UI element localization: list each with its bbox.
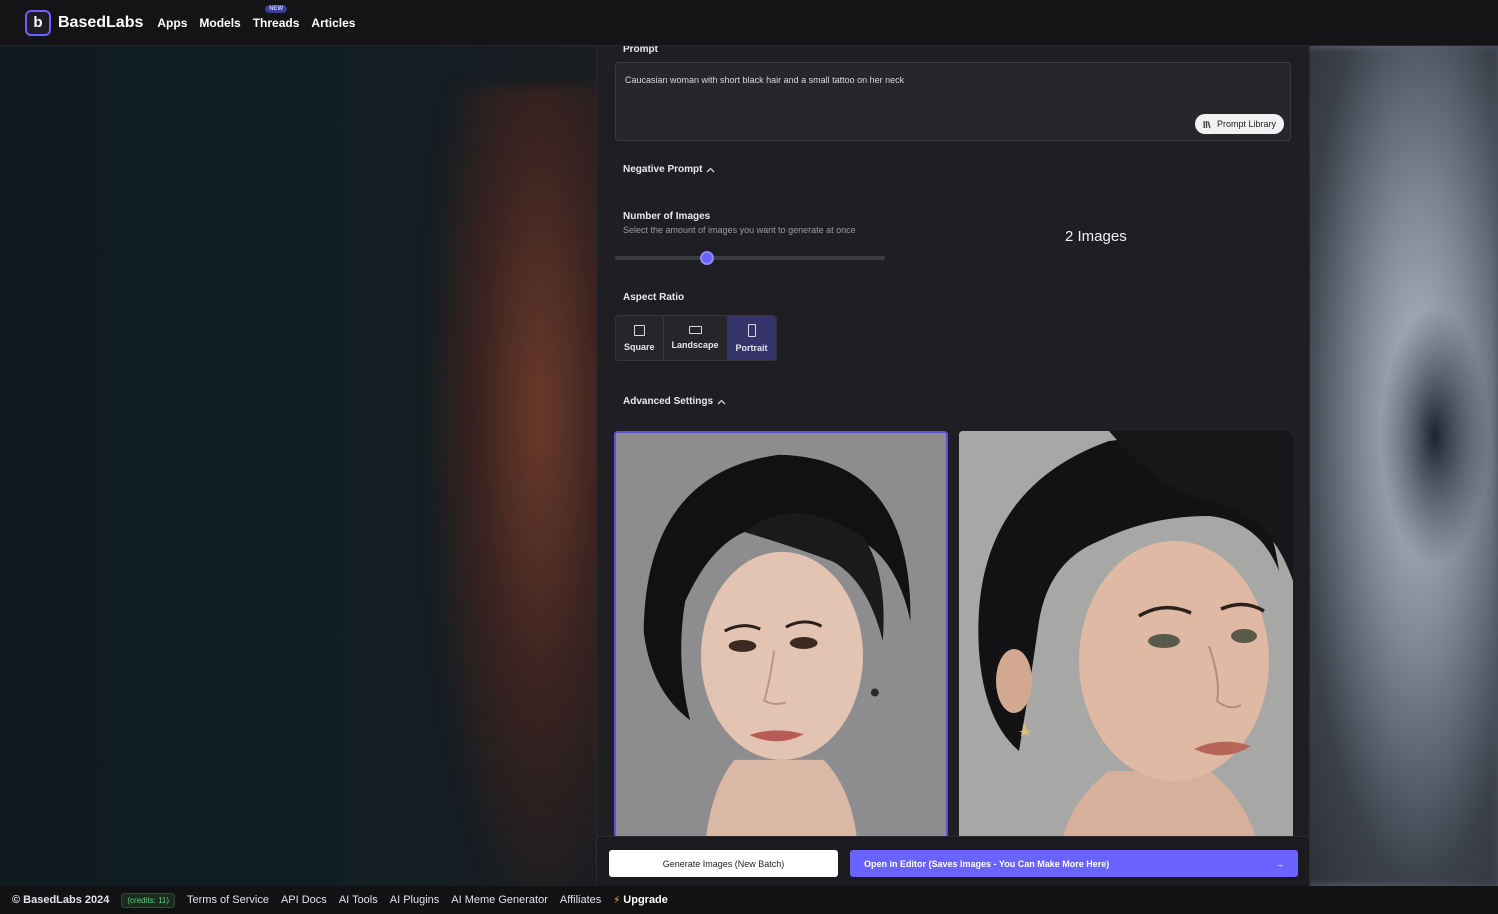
new-badge: NEW	[265, 4, 288, 13]
arrow-right-icon: →	[1275, 858, 1284, 869]
bolt-icon: ⚡	[613, 894, 621, 906]
copyright: © BasedLabs 2024	[12, 894, 110, 906]
number-of-images-label: Number of Images	[623, 211, 711, 222]
upgrade-label: Upgrade	[623, 894, 668, 906]
generator-panel: Prompt Caucasian woman with short black …	[596, 46, 1310, 886]
aspect-landscape-button[interactable]: Landscape	[663, 316, 728, 360]
nav-articles[interactable]: Articles	[311, 16, 355, 30]
logo-icon[interactable]: b	[25, 9, 51, 36]
negative-prompt-label: Negative Prompt	[623, 164, 703, 175]
footer-link-ai-plugins[interactable]: AI Plugins	[390, 894, 440, 906]
advanced-settings-toggle[interactable]: Advanced Settings	[623, 396, 726, 407]
portrait-icon	[747, 323, 756, 337]
open-in-editor-button[interactable]: Open in Editor (Saves Images - You Can M…	[850, 850, 1298, 877]
nav-models[interactable]: Models	[199, 16, 240, 30]
generated-image-2[interactable]	[959, 431, 1293, 851]
footer-link-meme-generator[interactable]: AI Meme Generator	[451, 894, 548, 906]
chevron-up-icon	[707, 167, 715, 172]
aspect-square-label: Square	[624, 341, 655, 352]
action-bar: Generate Images (New Batch) Open in Edit…	[597, 836, 1309, 886]
prompt-library-button[interactable]: Prompt Library	[1194, 114, 1284, 134]
background-blur-right-shadow	[1380, 306, 1490, 566]
open-in-editor-label: Open in Editor (Saves Images - You Can M…	[864, 858, 1110, 869]
landscape-icon	[688, 326, 702, 334]
logo-glyph: b	[33, 14, 43, 31]
credits-badge: (credits: 11)	[121, 892, 176, 908]
footer-link-affiliates[interactable]: Affiliates	[560, 894, 601, 906]
top-nav: b BasedLabs Apps Models Threads NEW Arti…	[0, 0, 1498, 46]
upgrade-link[interactable]: ⚡ Upgrade	[613, 894, 668, 906]
number-of-images-hint: Select the amount of images you want to …	[623, 225, 856, 235]
square-icon	[633, 324, 645, 336]
aspect-ratio-selector: Square Landscape Portrait	[615, 315, 777, 361]
aspect-square-button[interactable]: Square	[616, 316, 664, 360]
footer-link-terms[interactable]: Terms of Service	[187, 894, 269, 906]
aspect-portrait-button[interactable]: Portrait	[727, 316, 776, 360]
aspect-ratio-label: Aspect Ratio	[623, 292, 685, 303]
prompt-input[interactable]: Caucasian woman with short black hair an…	[615, 62, 1291, 141]
nav-threads[interactable]: Threads NEW	[252, 4, 300, 30]
advanced-settings-label: Advanced Settings	[623, 396, 714, 407]
portrait-image-2	[959, 431, 1293, 851]
prompt-label: Prompt	[623, 46, 658, 55]
nav-threads-label: Threads	[252, 15, 300, 30]
nav-apps[interactable]: Apps	[157, 16, 187, 30]
footer-link-api-docs[interactable]: API Docs	[281, 894, 327, 906]
images-count: 2 Images	[1065, 228, 1127, 245]
generate-images-button[interactable]: Generate Images (New Batch)	[609, 850, 838, 877]
aspect-landscape-label: Landscape	[671, 340, 719, 350]
prompt-library-label: Prompt Library	[1216, 119, 1276, 129]
prompt-text: Caucasian woman with short black hair an…	[625, 75, 905, 85]
aspect-portrait-label: Portrait	[735, 342, 768, 353]
library-icon	[1203, 120, 1211, 128]
negative-prompt-toggle[interactable]: Negative Prompt	[623, 164, 715, 175]
footer: © BasedLabs 2024 (credits: 11) Terms of …	[0, 886, 1498, 914]
nav-links: Apps Models Threads NEW Articles	[157, 4, 355, 30]
generated-image-1[interactable]	[614, 431, 948, 851]
footer-link-ai-tools[interactable]: AI Tools	[339, 894, 378, 906]
chevron-up-icon	[717, 399, 726, 404]
portrait-image-1	[616, 433, 946, 849]
number-of-images-slider[interactable]	[615, 251, 885, 265]
brand-name[interactable]: BasedLabs	[58, 14, 143, 32]
slider-thumb[interactable]	[699, 251, 714, 265]
